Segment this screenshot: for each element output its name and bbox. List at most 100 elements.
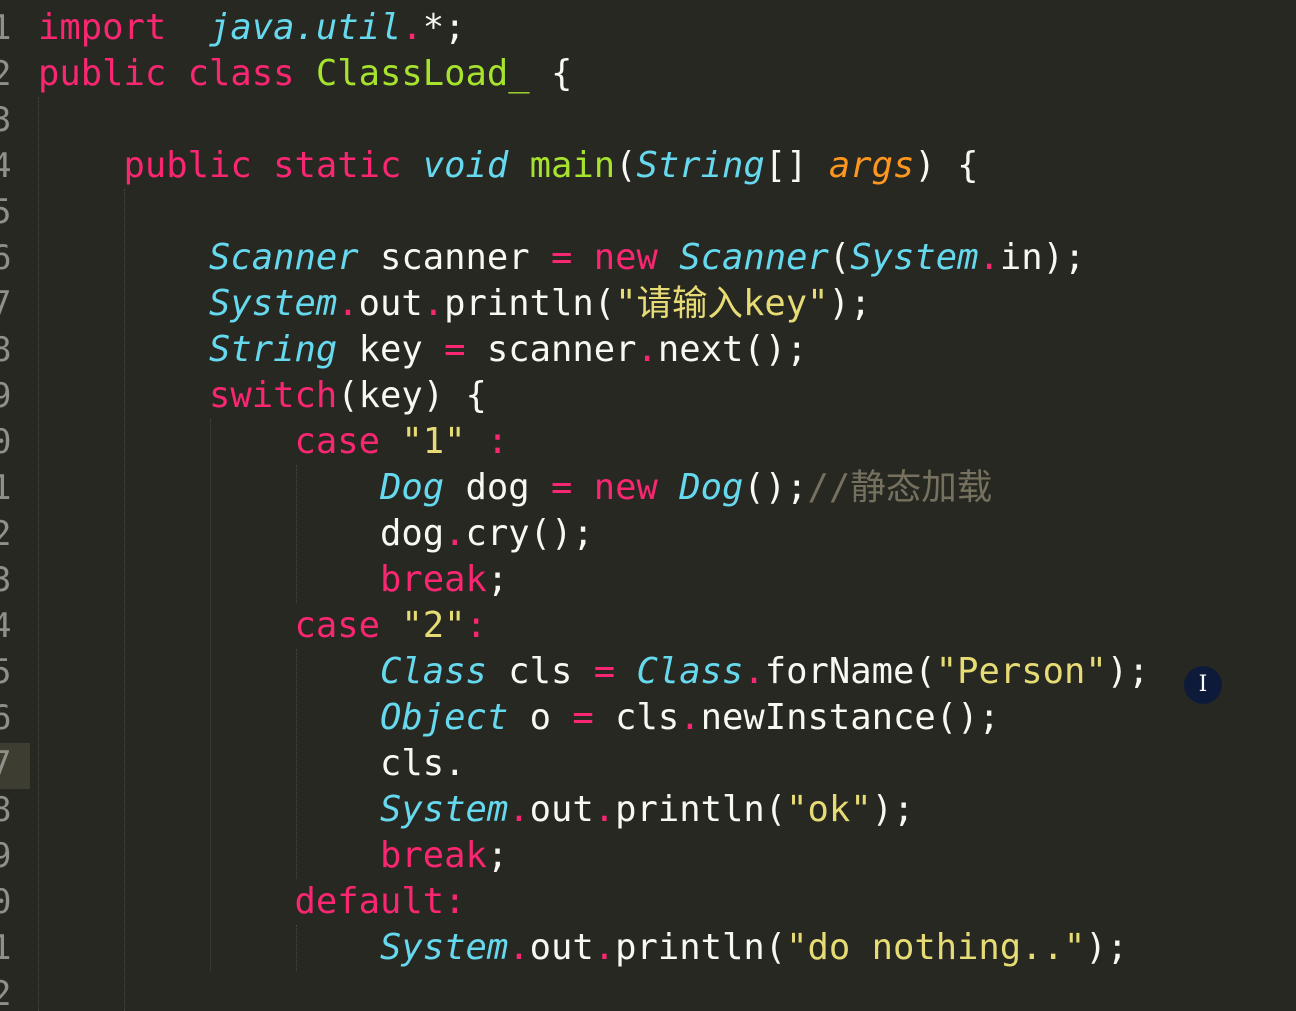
code-token: cry(); [465,513,594,554]
type-token: System [208,283,338,324]
code-line[interactable]: Class cls = Class.forName("Person"); [38,649,1149,695]
operator-token: . [593,927,616,968]
code-token: ( [615,145,637,186]
class-name-token: ClassLoad_ [315,53,530,94]
code-token: ); [1106,651,1150,692]
line-number: 1 [0,928,12,968]
type-token: Scanner [679,237,829,278]
indent-guide [210,419,212,971]
line-number: 2 [0,54,12,94]
text-cursor-icon: I [1184,666,1222,704]
operator-token: . [679,697,701,738]
code-editor[interactable]: 1 2 3 4 5 6 7 8 9 0 1 2 3 4 5 6 7 8 9 0 1 2 import java.util.… [0,0,1296,1011]
type-token: Dog [679,467,744,508]
type-token: System [379,927,509,968]
code-line[interactable]: case "1" : [38,419,1149,465]
code-line[interactable]: System.out.println("do nothing.."); [38,925,1149,971]
line-number: 8 [0,330,12,370]
code-token: ); [828,283,872,324]
string-token: "请输入key" [615,283,829,324]
code-token: cls [486,651,594,692]
code-line[interactable]: default: [38,879,1149,925]
code-line[interactable]: public static void main(String[] args) { [38,143,1149,189]
operator-token: = [593,651,616,692]
line-number: 4 [0,146,12,186]
type-token: Scanner [208,237,359,278]
line-number: 6 [0,238,12,278]
code-line[interactable]: System.out.println("ok"); [38,787,1149,833]
type-token: void [422,145,509,186]
operator-token: = [550,467,573,508]
code-line[interactable]: cls. [38,741,1149,787]
keyword-token: switch [208,375,338,416]
code-token: [] [764,145,829,186]
code-token: in); [999,237,1086,278]
keyword-token: public [123,145,252,186]
code-line[interactable] [38,971,1149,1011]
line-number: 0 [0,882,12,922]
code-token: ; [486,559,509,600]
code-line[interactable]: dog.cry(); [38,511,1149,557]
code-area[interactable]: import java.util.*; public class ClassLoa… [38,5,1149,1011]
code-line[interactable]: case "2": [38,603,1149,649]
code-line[interactable]: public class ClassLoad_ { [38,51,1149,97]
keyword-token: import [38,7,167,48]
string-token: "ok" [786,789,872,830]
code-token: out [529,927,594,968]
operator-token: = [444,329,466,370]
type-token: Class [636,651,744,692]
code-token: o [508,697,573,738]
code-line[interactable]: Object o = cls.newInstance(); [38,695,1149,741]
indent-guide [296,465,298,603]
code-line[interactable] [38,189,1149,235]
type-token: Object [379,697,509,738]
keyword-token: public [38,53,167,94]
code-token: scanner [358,237,551,278]
type-token: String [208,329,338,370]
operator-token: . [743,651,765,692]
operator-token: . [508,927,530,968]
code-line[interactable]: Dog dog = new Dog();//静态加载 [38,465,1149,511]
operator-token: . [593,789,616,830]
code-line[interactable]: import java.util.*; [38,5,1149,51]
indent-guide [38,97,40,1011]
indent-guide [296,925,298,971]
code-token: ); [1085,927,1129,968]
operator-token: . [401,7,423,48]
code-token: { [529,53,573,94]
line-number: 8 [0,790,12,830]
string-token: "1" [401,421,466,462]
parameter-token: args [828,145,915,186]
line-number: 5 [0,192,12,232]
keyword-token: case [294,421,380,462]
code-line[interactable]: System.out.println("请输入key"); [38,281,1149,327]
code-line[interactable]: break; [38,833,1149,879]
indent-guide [296,649,298,879]
keyword-token: case [294,605,380,646]
keyword-token: new [593,467,658,508]
comment-token: //静态加载 [807,467,993,508]
code-line[interactable]: switch(key) { [38,373,1149,419]
line-number: 2 [0,514,12,554]
code-line[interactable] [38,97,1149,143]
code-token: println( [444,283,616,324]
code-line[interactable]: String key = scanner.next(); [38,327,1149,373]
type-token: Dog [379,467,445,508]
code-line[interactable]: break; [38,557,1149,603]
code-line[interactable]: Scanner scanner = new Scanner(System.in)… [38,235,1149,281]
